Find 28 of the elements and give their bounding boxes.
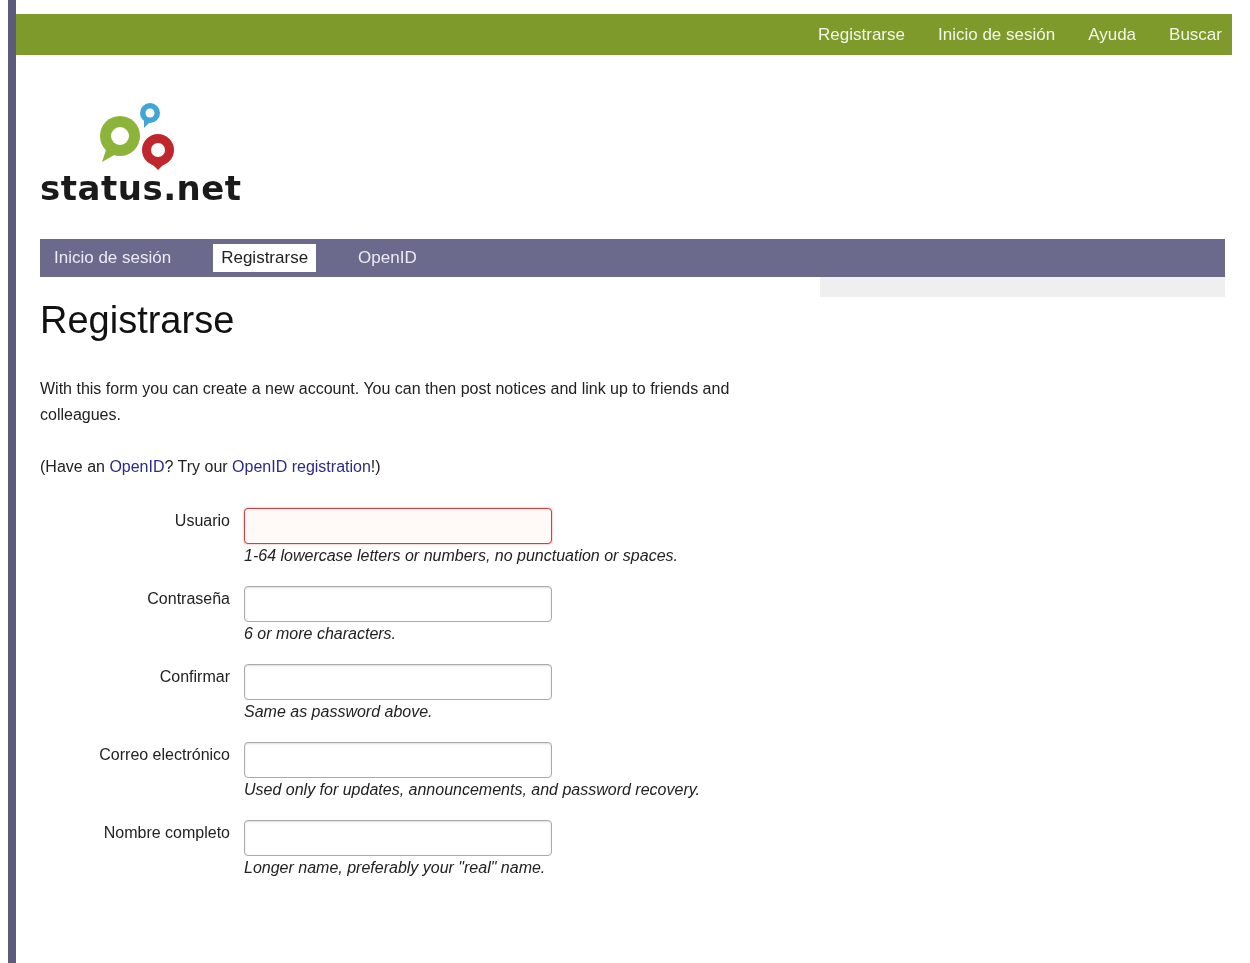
input-field[interactable] bbox=[244, 664, 552, 700]
field-label: Correo electrónico bbox=[99, 745, 230, 765]
field-hint: Used only for updates, announcements, and password recovery. bbox=[244, 780, 700, 800]
input-field[interactable] bbox=[244, 742, 552, 778]
field-label: Nombre completo bbox=[103, 823, 230, 843]
top-nav-link[interactable]: Buscar bbox=[1169, 24, 1222, 45]
field-label: Usuario bbox=[174, 511, 230, 531]
input-field[interactable] bbox=[244, 586, 552, 622]
top-nav-link[interactable]: Ayuda bbox=[1088, 24, 1137, 45]
openid-note: (Have an OpenID? Try our OpenID registration!) bbox=[40, 457, 382, 477]
openid-link[interactable]: OpenID bbox=[109, 458, 165, 475]
field-label: Confirmar bbox=[159, 667, 230, 687]
page-heading: Registrarse bbox=[40, 299, 236, 342]
field-hint: Same as password above. bbox=[244, 702, 434, 722]
field-hint: 1-64 lowercase letters or numbers, no punctuation or spaces. bbox=[244, 546, 678, 566]
field-hint: Longer name, preferably your "real" name. bbox=[244, 858, 547, 878]
top-nav-link[interactable]: Registrarse bbox=[818, 24, 905, 45]
tab[interactable]: Inicio de sesión bbox=[46, 244, 180, 272]
field-label: Contraseña bbox=[147, 589, 230, 609]
input-field[interactable] bbox=[244, 820, 552, 856]
tab[interactable]: OpenID bbox=[350, 244, 425, 272]
field-hint: 6 or more characters. bbox=[244, 624, 398, 644]
openid-link[interactable]: OpenID registration bbox=[232, 458, 371, 475]
top-nav-link[interactable]: Inicio de sesión bbox=[938, 24, 1056, 45]
intro-text: With this form you can create a new account. You can then post notices and link up to friends and colleagues. bbox=[40, 379, 731, 425]
input-field[interactable] bbox=[244, 508, 552, 544]
logo-text: status.net bbox=[40, 168, 242, 208]
tab[interactable]: Registrarse bbox=[213, 244, 317, 272]
